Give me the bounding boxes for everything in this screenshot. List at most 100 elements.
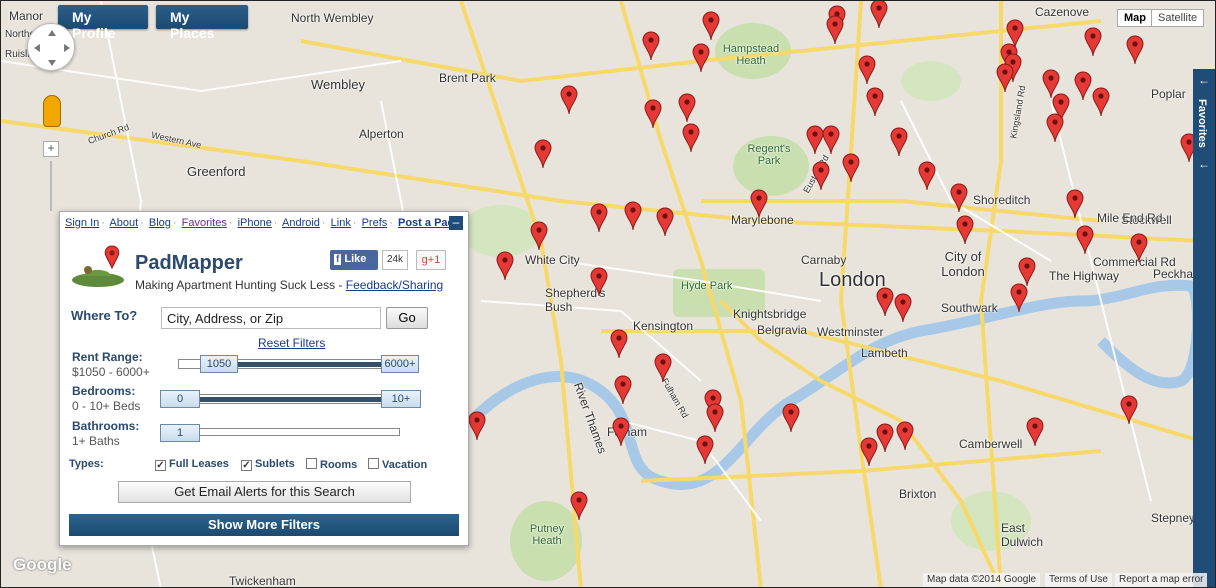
listing-pin[interactable] (1120, 395, 1138, 425)
place-label: Stepney (1151, 511, 1196, 525)
map-type-satellite-button[interactable]: Satellite (1151, 9, 1205, 27)
email-alerts-button[interactable]: Get Email Alerts for this Search (118, 481, 411, 503)
favorites-link[interactable]: Favorites (182, 217, 227, 229)
pan-arrows-icon (34, 30, 70, 66)
listing-pin[interactable] (1046, 113, 1064, 143)
google-plus-button[interactable]: g+1 (416, 250, 446, 270)
listing-pin[interactable] (612, 417, 630, 447)
place-label: Regent's Park (747, 143, 791, 167)
android-link[interactable]: Android (282, 217, 320, 229)
link-link[interactable]: Link (331, 217, 351, 229)
place-label: Lambeth (861, 346, 908, 360)
zoom-in-button[interactable]: + (43, 141, 59, 157)
terms-of-use-link[interactable]: Terms of Use (1045, 573, 1112, 587)
listing-pin[interactable] (782, 403, 800, 433)
prefs-link[interactable]: Prefs (362, 217, 388, 229)
feedback-link[interactable]: Feedback/Sharing (346, 278, 443, 292)
zoom-slider[interactable] (50, 161, 52, 211)
bathrooms-min-handle[interactable]: 1 (160, 424, 200, 442)
map-type-map-button[interactable]: Map (1117, 9, 1153, 27)
listing-pin[interactable] (496, 251, 514, 281)
listing-pin[interactable] (624, 201, 642, 231)
sign-in-link[interactable]: Sign In (65, 217, 99, 229)
listing-pin[interactable] (530, 221, 548, 251)
listing-pin[interactable] (1084, 27, 1102, 57)
listing-pin[interactable] (610, 329, 628, 359)
listing-pin[interactable] (1026, 417, 1044, 447)
listing-pin[interactable] (890, 127, 908, 157)
arrow-left-icon[interactable]: ← (1198, 73, 1210, 87)
listing-pin[interactable] (822, 125, 840, 155)
bedrooms-max-handle[interactable]: 10+ (381, 390, 421, 408)
report-map-error-link[interactable]: Report a map error (1115, 573, 1208, 587)
listing-pin[interactable] (894, 293, 912, 323)
listing-pin[interactable] (1076, 225, 1094, 255)
rooms-checkbox[interactable]: Rooms (306, 458, 357, 471)
listing-pin[interactable] (858, 55, 876, 85)
listing-pin[interactable] (468, 411, 486, 441)
listing-pin[interactable] (866, 87, 884, 117)
listing-pin[interactable] (570, 491, 588, 521)
listing-pin[interactable] (996, 63, 1014, 93)
listing-pin[interactable] (692, 43, 710, 73)
reset-filters-link[interactable]: Reset Filters (258, 336, 325, 350)
sublets-checkbox[interactable]: ✓ Sublets (241, 458, 295, 471)
listing-pin[interactable] (870, 1, 888, 29)
listing-pin[interactable] (842, 153, 860, 183)
rent-max-handle[interactable]: 6000+ (381, 355, 419, 373)
blog-link[interactable]: Blog (149, 217, 171, 229)
listing-pin[interactable] (950, 183, 968, 213)
listing-pin[interactable] (826, 15, 844, 45)
facebook-like-button[interactable]: f Like (330, 250, 378, 270)
listing-pin[interactable] (702, 11, 720, 41)
listing-pin[interactable] (1066, 189, 1084, 219)
rent-min-handle[interactable]: 1050 (200, 355, 238, 373)
collapse-panel-button[interactable]: – (449, 216, 463, 230)
post-a-pad-link[interactable]: Post a Pad (398, 217, 454, 229)
listing-pin[interactable] (696, 435, 714, 465)
listing-pin[interactable] (642, 31, 660, 61)
listing-pin[interactable] (860, 437, 878, 467)
listing-pin[interactable] (1092, 87, 1110, 117)
bedrooms-min-handle[interactable]: 0 (160, 390, 200, 408)
my-places-tab[interactable]: My Places (156, 5, 248, 41)
about-link[interactable]: About (109, 217, 138, 229)
street-view-pegman-icon[interactable] (43, 95, 61, 127)
listing-pin[interactable] (656, 207, 674, 237)
listing-pin[interactable] (956, 215, 974, 245)
listing-pin[interactable] (644, 99, 662, 129)
listing-pin[interactable] (590, 267, 608, 297)
go-button[interactable]: Go (386, 307, 428, 329)
vacation-checkbox[interactable]: Vacation (368, 458, 427, 471)
listing-pin[interactable] (654, 353, 672, 383)
listing-pin[interactable] (590, 203, 608, 233)
listing-pin[interactable] (750, 189, 768, 219)
listing-pin[interactable] (1074, 71, 1092, 101)
listing-pin[interactable] (678, 93, 696, 123)
listing-pin[interactable] (560, 85, 578, 115)
iphone-link[interactable]: iPhone (238, 217, 272, 229)
arrow-left-icon[interactable]: ← (1198, 157, 1210, 171)
listing-pin[interactable] (1130, 233, 1148, 263)
location-search-input[interactable] (161, 307, 381, 329)
listing-pin[interactable] (1126, 35, 1144, 65)
listing-pin[interactable] (876, 287, 894, 317)
pan-control[interactable] (27, 23, 75, 71)
listing-pin[interactable] (918, 161, 936, 191)
place-label: Putney Heath (529, 523, 565, 547)
listing-pin[interactable] (1010, 283, 1028, 313)
show-more-filters-button[interactable]: Show More Filters (69, 514, 459, 536)
listing-pin[interactable] (812, 161, 830, 191)
place-label: Wembley (311, 77, 365, 92)
favorites-sidebar[interactable]: ← Favorites ← (1193, 69, 1215, 587)
listing-pin[interactable] (534, 139, 552, 169)
listing-pin[interactable] (876, 423, 894, 453)
place-label: Shepherd's Bush (545, 286, 606, 314)
listing-pin[interactable] (682, 123, 700, 153)
listing-pin[interactable] (896, 421, 914, 451)
place-label: Hampstead Heath (722, 43, 780, 67)
bathrooms-slider[interactable] (178, 428, 400, 436)
listing-pin[interactable] (706, 403, 724, 433)
full-leases-checkbox[interactable]: ✓ Full Leases (155, 458, 229, 471)
listing-pin[interactable] (614, 375, 632, 405)
